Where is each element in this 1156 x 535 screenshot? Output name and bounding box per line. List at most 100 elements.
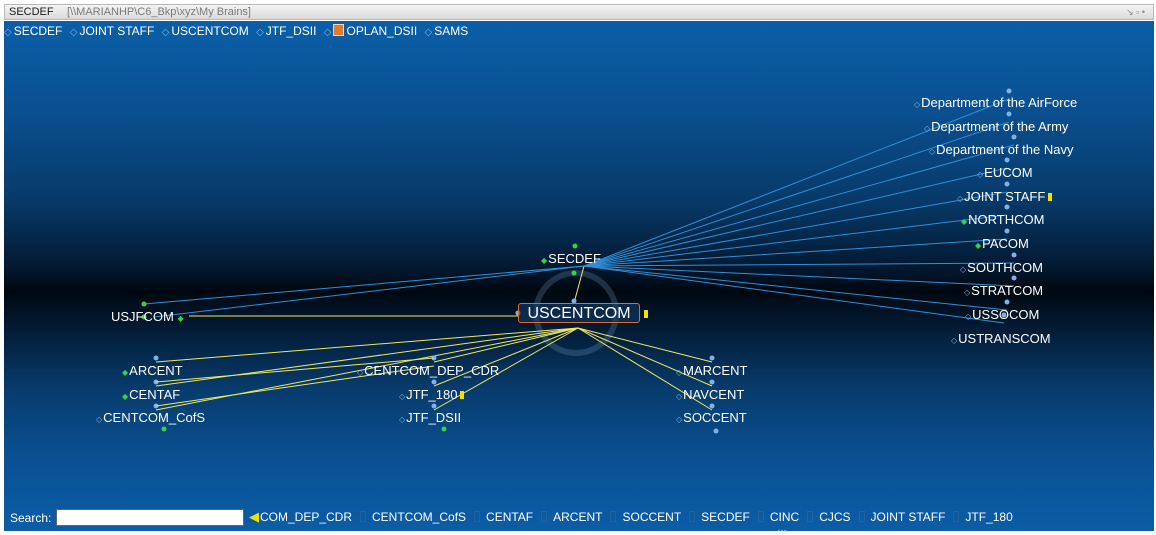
- thought-label: CENTCOM_DEP_CDR: [364, 363, 500, 378]
- breadcrumb-label: SECDEF: [13, 24, 63, 38]
- thought-label: USSOCOM: [972, 307, 1040, 322]
- recent-thought-item[interactable]: SECDEF: [689, 510, 750, 524]
- breadcrumb-uscentcom[interactable]: ◇ USCENTCOM: [162, 24, 249, 38]
- recent-thought-item[interactable]: SOCCENT: [610, 510, 681, 524]
- past-thoughts-bar: ◇ SECDEF ◇ JOINT STAFF ◇ USCENTCOM ◇ JTF_DSI…: [4, 24, 472, 42]
- thought-dot-icon: ◇: [929, 147, 936, 156]
- sibling-link-line: [583, 191, 1008, 267]
- jump-thought-usjfcom[interactable]: USJFCOM ◆: [111, 309, 185, 327]
- thought-dot-icon: ◆: [961, 217, 968, 226]
- sibling-thought-eucom[interactable]: ◇EUCOM: [977, 165, 1033, 183]
- child-thought-centcom-dep-cdr[interactable]: ◇CENTCOM_DEP_CDR: [357, 363, 499, 381]
- thought-label: ARCENT: [129, 363, 183, 378]
- recent-thought-item[interactable]: COM_DEP_CDR: [260, 510, 352, 524]
- layout-icon[interactable]: ▫: [1136, 7, 1139, 17]
- recent-thought-item[interactable]: CJCS: [807, 510, 851, 524]
- active-thought[interactable]: USCENTCOM: [518, 303, 648, 323]
- thought-dot-icon: ◇: [964, 288, 971, 297]
- link-dot-icon: ◇: [161, 27, 170, 38]
- breadcrumb-joint-staff[interactable]: ◇ JOINT STAFF: [70, 24, 155, 38]
- thought-label: Department of the AirForce: [921, 95, 1078, 110]
- breadcrumb-jtf-dsii[interactable]: ◇ JTF_DSII: [256, 24, 316, 38]
- breadcrumb-secdef[interactable]: ◇ SECDEF: [4, 24, 62, 38]
- thought-dot-icon: ◇: [951, 336, 958, 345]
- separator-icon: [474, 511, 481, 522]
- breadcrumb-oplan-dsii[interactable]: ◇ OPLAN_DSII: [324, 24, 417, 38]
- child-thought-navcent[interactable]: ◇NAVCENT: [676, 387, 744, 405]
- title-bar: SECDEF [\\MARIANHP\C6_Bkp\xyz\My Brains]…: [4, 4, 1154, 20]
- recent-thought-item[interactable]: CINC: [757, 510, 800, 524]
- recent-thought-label: SECDEF: [701, 510, 750, 524]
- recent-thought-label: COM_DEP_CDR: [260, 510, 353, 524]
- thought-label: JTF_DSII: [406, 410, 462, 425]
- thought-dot-icon: ◆: [541, 256, 548, 265]
- thought-dot-icon: ◆: [177, 314, 184, 323]
- sibling-link-line: [583, 265, 1008, 311]
- child-thought-soccent[interactable]: ◇SOCCENT: [676, 410, 747, 428]
- recent-thought-item[interactable]: CENTCOM_CofS: [360, 510, 466, 524]
- child-thought-centcom-cofs[interactable]: ◇CENTCOM_CofS: [96, 410, 205, 428]
- separator-icon: [360, 511, 367, 522]
- search-input[interactable]: [56, 509, 244, 526]
- thought-dot-icon: ◇: [357, 368, 364, 377]
- parent-thought-secdef[interactable]: ◆SECDEF: [541, 251, 601, 269]
- window-controls[interactable]: ↘ ▫ •: [1126, 5, 1145, 19]
- sibling-thought-army[interactable]: ◇Department of the Army: [924, 119, 1068, 137]
- sibling-thought-airforce[interactable]: ◇Department of the AirForce: [914, 95, 1077, 113]
- plex-canvas[interactable]: ◇ SECDEF ◇ JOINT STAFF ◇ USCENTCOM ◇ JTF_DSI…: [4, 21, 1154, 531]
- breadcrumb-sams[interactable]: ◇ SAMS: [425, 24, 469, 38]
- search-label: Search:: [10, 511, 52, 525]
- recent-thought-item[interactable]: CENTAF: [474, 510, 533, 524]
- thought-label: EUCOM: [984, 165, 1033, 180]
- thought-label: SOUTHCOM: [967, 260, 1043, 275]
- recent-thought-label: CENTCOM_CofS: [372, 510, 467, 524]
- thought-label: JTF_180: [406, 387, 458, 402]
- separator-icon: [757, 511, 764, 522]
- resize-icon[interactable]: ↘: [1126, 7, 1134, 17]
- recent-thought-item[interactable]: ARCENT: [541, 510, 602, 524]
- breadcrumb-label: JOINT STAFF: [79, 24, 155, 38]
- sibling-thought-southcom[interactable]: ◇SOUTHCOM: [960, 260, 1043, 278]
- child-gate-dot: [153, 355, 159, 361]
- child-thought-jtf-180[interactable]: ◇JTF_180: [399, 387, 465, 405]
- search-bar: Search: ◀ COM_DEP_CDR CENTCOM_CofS CENTAF A…: [4, 505, 1154, 531]
- sibling-link-line: [583, 214, 1008, 267]
- sibling-thought-joint-staff[interactable]: ◇JOINT STAFF: [957, 189, 1053, 207]
- parent-gate-dot: [572, 243, 578, 249]
- active-thought-label: USCENTCOM: [527, 305, 631, 322]
- recent-thought-label: CJCS: [819, 510, 851, 524]
- sibling-thought-pacom[interactable]: ◆PACOM: [975, 236, 1029, 254]
- thought-label: PACOM: [982, 236, 1029, 251]
- sibling-thought-northcom[interactable]: ◆NORTHCOM: [961, 212, 1044, 230]
- child-gate-dot: [713, 428, 719, 434]
- scroll-left-arrow-icon[interactable]: ◀: [249, 509, 259, 525]
- separator-icon: [858, 511, 865, 522]
- cursor-icon: …: [777, 523, 787, 534]
- thought-dot-icon: ◇: [977, 170, 984, 179]
- jump-gate-dot: [141, 301, 147, 307]
- thought-dot-icon: ◇: [399, 415, 406, 424]
- sibling-link-line: [583, 262, 1015, 267]
- child-thought-marcent[interactable]: ◇MARCENT: [676, 363, 747, 381]
- thought-label: Department of the Army: [931, 119, 1069, 134]
- sibling-thought-ustranscom[interactable]: ◇USTRANSCOM: [951, 331, 1051, 349]
- sibling-thought-stratcom[interactable]: ◇STRATCOM: [964, 283, 1043, 301]
- sibling-thought-ussocom[interactable]: ◇USSOCOM: [965, 307, 1039, 325]
- thought-dot-icon: ◇: [914, 100, 921, 109]
- menu-dot-icon[interactable]: •: [1142, 7, 1145, 17]
- child-thought-centaf[interactable]: ◆CENTAF: [122, 387, 180, 405]
- thought-dot-icon: ◇: [399, 392, 406, 401]
- child-thought-arcent[interactable]: ◆ARCENT: [122, 363, 183, 381]
- recent-thought-item[interactable]: JOINT STAFF: [858, 510, 945, 524]
- sibling-thought-navy[interactable]: ◇Department of the Navy: [929, 142, 1073, 160]
- breadcrumb-label: OPLAN_DSII: [346, 24, 418, 38]
- recent-thought-label: CINC: [769, 510, 800, 524]
- thought-dot-icon: ◆: [122, 392, 129, 401]
- thought-label: Department of the Navy: [936, 142, 1074, 157]
- sibling-gate-dot: [1006, 88, 1012, 94]
- recent-thought-item[interactable]: JTF_180: [953, 510, 1013, 524]
- child-thought-jtf-dsii[interactable]: ◇JTF_DSII: [399, 410, 461, 428]
- thought-label: MARCENT: [683, 363, 748, 378]
- thought-label: SOCCENT: [683, 410, 747, 425]
- recent-thoughts-list: COM_DEP_CDR CENTCOM_CofS CENTAF ARCENT SOCCE…: [260, 510, 1021, 524]
